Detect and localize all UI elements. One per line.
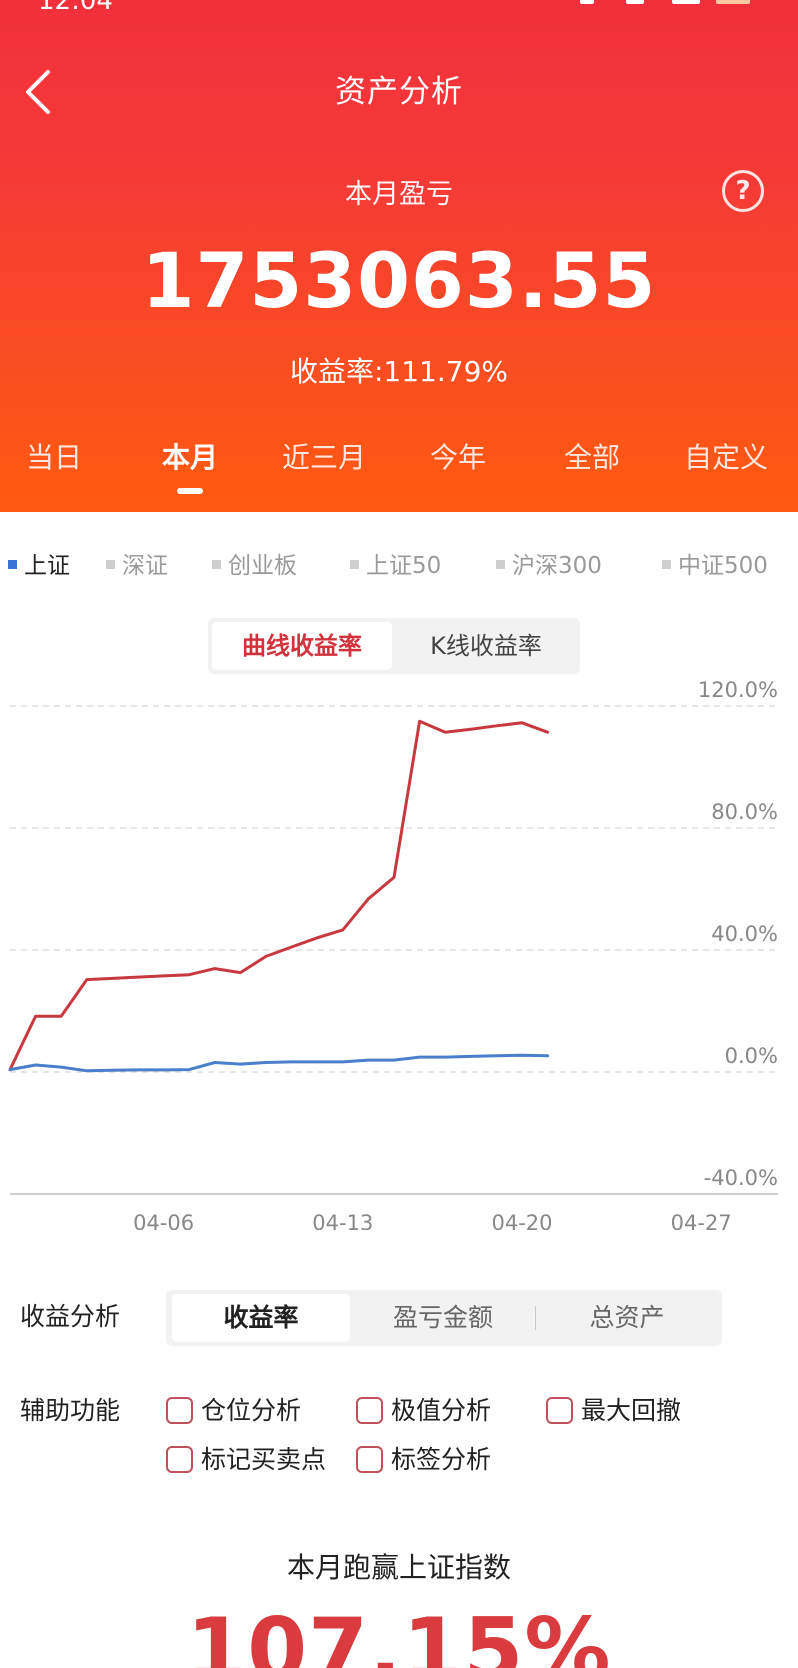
index-selector: 上证 深证 创业板 上证50 沪深300 中证500 (0, 546, 798, 580)
y-tick-label: 40.0% (711, 922, 778, 946)
index-csi300[interactable]: 沪深300 (496, 546, 602, 580)
return-rate: 收益率:111.79% (289, 355, 508, 388)
legend-square-icon (496, 560, 505, 569)
x-tick-label: 04-20 (491, 1211, 552, 1230)
status-time: 12:04 (38, 0, 113, 14)
index-label: 中证500 (678, 553, 768, 579)
tab-custom[interactable]: 自定义 (666, 436, 786, 476)
status-bar: 12:04 (0, 0, 798, 14)
wifi-icon (626, 0, 644, 4)
legend-square-icon (662, 560, 671, 569)
y-tick-label: 0.0% (725, 1044, 778, 1068)
period-tabs: 当日 本月 近三月 今年 全部 自定义 (0, 436, 798, 496)
portfolio-return-line (8, 719, 550, 1072)
legend-square-icon (212, 560, 221, 569)
chart-mode-toggle: 曲线收益率 K线收益率 (208, 618, 580, 674)
y-tick-label: 120.0% (698, 678, 778, 702)
legend-square-icon (8, 560, 17, 569)
tab-this-year[interactable]: 今年 (398, 436, 518, 476)
checkbox-label: 仓位分析 (201, 1396, 302, 1425)
trade-points-checkbox[interactable]: 标记买卖点 (166, 1440, 326, 1476)
index-label: 沪深300 (512, 553, 602, 579)
outperform-label: 本月跑赢上证指数 (286, 1551, 511, 1584)
tab-today[interactable]: 当日 (0, 436, 114, 476)
legend-square-icon (350, 560, 359, 569)
status-icons (580, 0, 750, 8)
help-icon[interactable]: ? (722, 170, 764, 212)
checkbox-label: 极值分析 (391, 1396, 492, 1425)
checkbox-icon (166, 1445, 193, 1473)
curve-return-button[interactable]: 曲线收益率 (212, 622, 392, 670)
segment-divider (535, 1306, 536, 1330)
return-chart: 120.0% 80.0% 40.0% 0.0% -40.0% 04-06 04-13 04-2… (8, 678, 778, 1230)
legend-square-icon (106, 560, 115, 569)
index-label: 上证50 (366, 553, 442, 579)
y-tick-label: -40.0% (704, 1166, 778, 1190)
x-tick-label: 04-06 (133, 1211, 194, 1230)
index-label: 深证 (122, 553, 168, 579)
active-tab-indicator (177, 488, 203, 494)
index-chinext[interactable]: 创业板 (212, 546, 297, 580)
period-label: 本月盈亏 (345, 179, 453, 210)
tag-analysis-checkbox[interactable]: 标签分析 (356, 1440, 491, 1476)
segment-profit-amount[interactable]: 盈亏金额 (354, 1294, 532, 1342)
outperform-value: 107.15% (186, 1600, 612, 1668)
checkbox-label: 最大回撤 (581, 1396, 682, 1425)
x-tick-label: 04-27 (671, 1211, 732, 1230)
kline-return-button[interactable]: K线收益率 (396, 622, 576, 670)
index-shanghai[interactable]: 上证 (8, 546, 70, 580)
segment-total-assets[interactable]: 总资产 (538, 1294, 716, 1342)
checkbox-label: 标签分析 (391, 1445, 492, 1474)
checkbox-icon (356, 1445, 383, 1473)
tab-this-month[interactable]: 本月 (130, 436, 250, 476)
index-label: 创业板 (228, 553, 297, 579)
analysis-label: 收益分析 (20, 1302, 121, 1331)
y-tick-label: 80.0% (711, 800, 778, 824)
checkbox-icon (166, 1396, 193, 1424)
index-csi500[interactable]: 中证500 (662, 546, 768, 580)
tab-all[interactable]: 全部 (532, 436, 652, 476)
header-panel: 12:04 资产分析 本月盈亏 ? 1753063.55 收益率:111.79%… (0, 0, 798, 512)
x-tick-label: 04-13 (312, 1211, 373, 1230)
tab-three-months[interactable]: 近三月 (264, 436, 384, 476)
index-shenzhen[interactable]: 深证 (106, 546, 168, 580)
analysis-segment: 收益率 盈亏金额 总资产 (166, 1290, 722, 1346)
page-title: 资产分析 (335, 74, 463, 110)
position-analysis-checkbox[interactable]: 仓位分析 (166, 1391, 301, 1427)
index-sse50[interactable]: 上证50 (350, 546, 441, 580)
assist-label: 辅助功能 (20, 1396, 121, 1425)
segment-return-rate[interactable]: 收益率 (172, 1294, 350, 1342)
signal-icon (580, 0, 594, 4)
network-icon (672, 0, 700, 4)
checkbox-label: 标记买卖点 (201, 1445, 327, 1474)
profit-value: 1753063.55 (141, 236, 657, 325)
extreme-analysis-checkbox[interactable]: 极值分析 (356, 1391, 491, 1427)
battery-icon (716, 0, 750, 4)
checkbox-icon (546, 1396, 573, 1424)
max-drawdown-checkbox[interactable]: 最大回撤 (546, 1391, 681, 1427)
index-label: 上证 (24, 553, 70, 579)
index-return-line (8, 1053, 550, 1073)
checkbox-icon (356, 1396, 383, 1424)
